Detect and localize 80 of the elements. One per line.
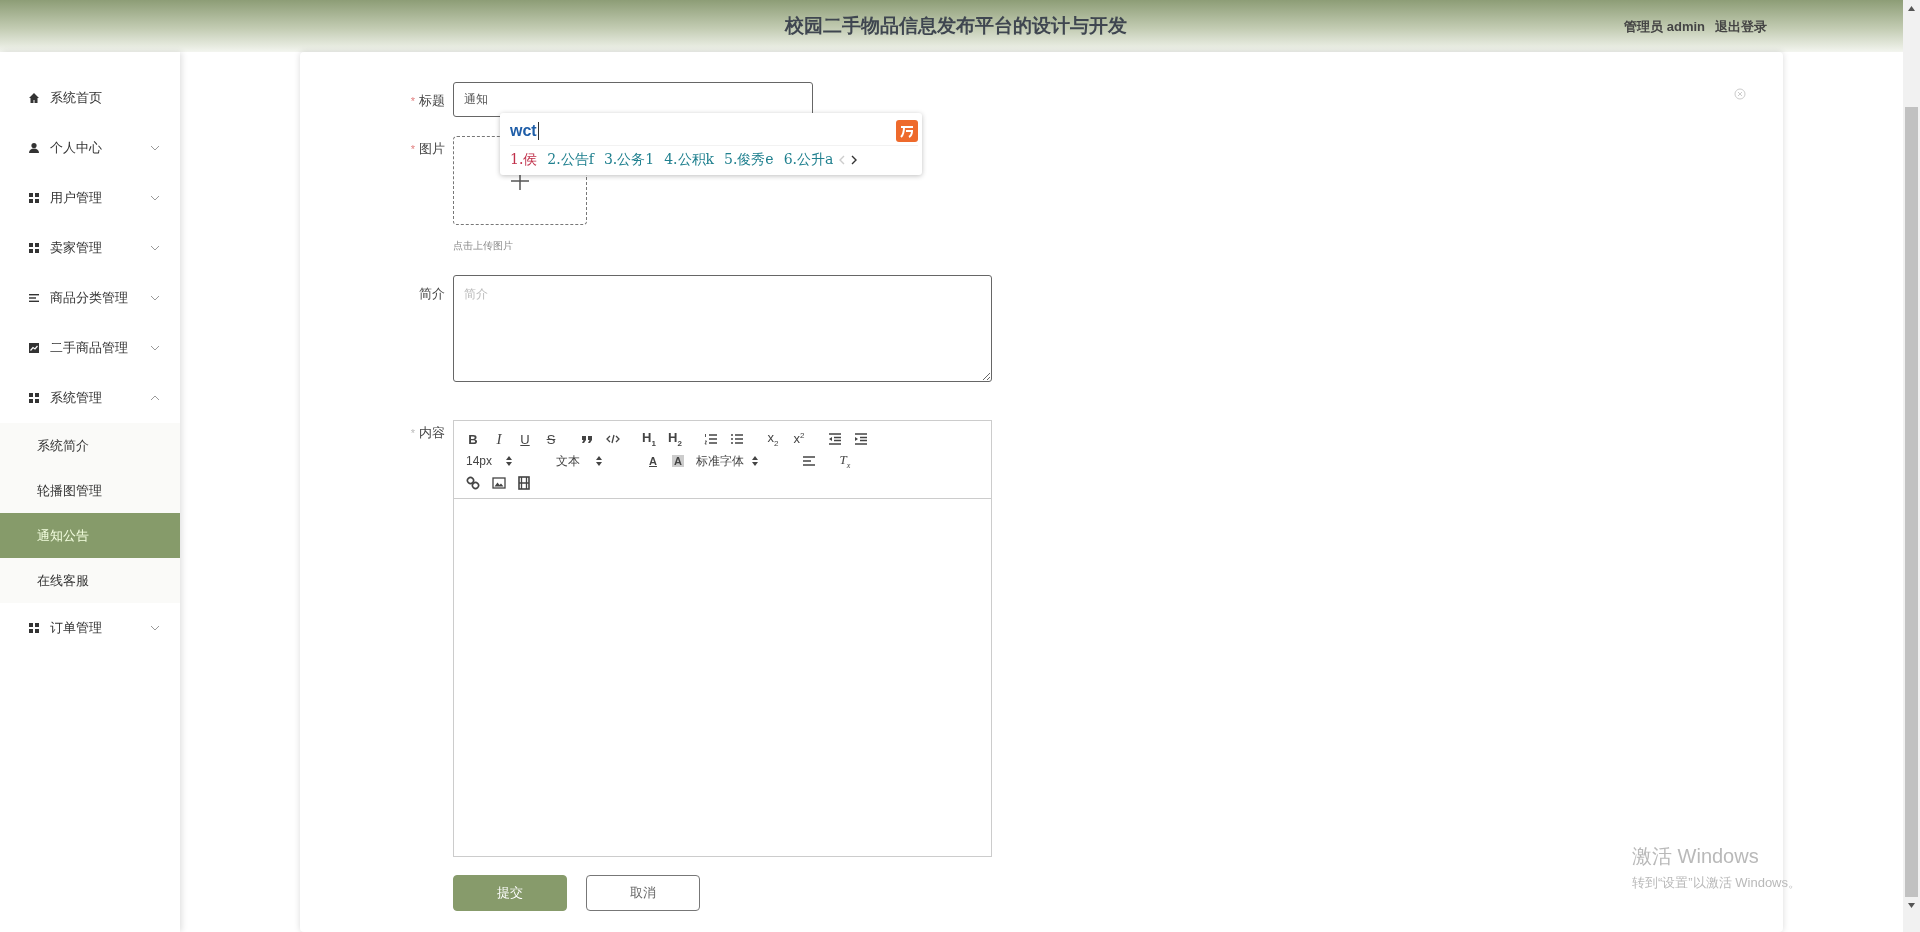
clear-format-button[interactable]: T$_{x}$	[838, 452, 852, 470]
ime-candidate[interactable]: 1.侯	[510, 151, 538, 169]
field-label: 标题	[419, 93, 445, 108]
sort-caret-icon	[506, 456, 512, 466]
underline-button[interactable]: U	[518, 431, 532, 447]
ime-candidate[interactable]: 6.公升a	[783, 151, 834, 169]
sidebar-item[interactable]: 订单管理	[0, 603, 180, 653]
sidebar-item[interactable]: 个人中心	[0, 123, 180, 173]
sidebar-item[interactable]: 卖家管理	[0, 223, 180, 273]
sidebar-item[interactable]: 二手商品管理	[0, 323, 180, 373]
toolbar-select[interactable]: 标准字体	[696, 452, 780, 470]
chevron-down-icon	[150, 295, 160, 301]
admin-label: 管理员 admin	[1624, 18, 1705, 36]
ime-candidate[interactable]: 5.俊秀e	[724, 151, 774, 169]
sidebar-item[interactable]: 系统管理	[0, 373, 180, 423]
text-color-button[interactable]: A	[646, 455, 660, 467]
chevron-right-icon[interactable]	[851, 155, 858, 165]
sidebar-item[interactable]: 用户管理	[0, 173, 180, 223]
ime-candidate[interactable]: 2.公告f	[547, 151, 594, 169]
indent-icon[interactable]	[854, 433, 868, 445]
site-title: 校园二手物品信息发布平台的设计与开发	[785, 14, 1127, 38]
heading-button[interactable]: H$_{1}$	[642, 430, 656, 448]
italic-button[interactable]: I	[492, 430, 506, 448]
ime-logo-icon	[896, 120, 918, 142]
toolbar-select[interactable]: 文本	[556, 452, 624, 470]
highlight-button[interactable]: A	[672, 455, 684, 467]
script-button[interactable]: x$^{2}$	[792, 431, 806, 447]
ime-candidate[interactable]: 3.公务1	[603, 151, 655, 169]
submenu-item[interactable]: 在线客服	[0, 558, 180, 603]
required-asterisk: *	[410, 143, 415, 155]
chevron-up-icon	[150, 395, 160, 401]
code-icon[interactable]	[606, 433, 620, 445]
strikethrough-button[interactable]: S	[544, 431, 558, 447]
chevron-down-icon	[150, 145, 160, 151]
align-left-icon[interactable]	[802, 455, 816, 467]
activation-title: 激活 Windows	[1632, 844, 1760, 869]
outdent-icon[interactable]	[828, 433, 842, 445]
grid-icon	[28, 622, 40, 634]
bullet-list-icon[interactable]	[730, 433, 744, 445]
image-icon[interactable]	[492, 477, 506, 489]
cancel-button[interactable]: 取消	[586, 875, 700, 911]
scrollbar[interactable]	[1903, 0, 1920, 932]
chevron-down-icon	[150, 245, 160, 251]
upload-hint: 点击上传图片	[453, 239, 514, 253]
ime-candidate[interactable]: 4.公积k	[664, 151, 714, 169]
link-icon[interactable]	[466, 476, 480, 490]
scrollbar-thumb[interactable]	[1905, 107, 1918, 897]
chevron-down-icon	[150, 625, 160, 631]
video-icon[interactable]	[518, 476, 530, 490]
script-button[interactable]: x$_{2}$	[766, 430, 780, 448]
sidebar-item[interactable]: 商品分类管理	[0, 273, 180, 323]
chevron-down-icon	[150, 195, 160, 201]
submenu-item[interactable]: 轮播图管理	[0, 468, 180, 513]
list-icon	[28, 292, 40, 304]
bold-button[interactable]: B	[466, 431, 480, 447]
grid-icon	[28, 192, 40, 204]
activation-hint: 转到“设置”以激活 Windows。	[1632, 874, 1801, 892]
home-icon	[28, 92, 40, 104]
ordered-list-icon[interactable]	[704, 433, 718, 445]
user-icon	[28, 142, 40, 154]
heading-button[interactable]: H$_{2}$	[668, 430, 682, 448]
required-asterisk: *	[410, 427, 415, 439]
quote-icon[interactable]	[580, 433, 594, 445]
grid-icon	[28, 242, 40, 254]
grid-icon	[28, 392, 40, 404]
toolbar-select[interactable]: 14px	[466, 454, 534, 468]
sidebar-item[interactable]: 系统首页	[0, 73, 180, 123]
submenu-item[interactable]: 系统简介	[0, 423, 180, 468]
sort-caret-icon	[596, 456, 602, 466]
field-label: 图片	[419, 141, 445, 156]
sort-caret-icon	[752, 456, 758, 466]
logout-link[interactable]: 退出登录	[1715, 18, 1767, 36]
chevron-down-icon	[150, 345, 160, 351]
title-field[interactable]: 通知	[453, 82, 813, 117]
field-label: 内容	[419, 425, 445, 440]
field-label: 简介	[419, 286, 445, 301]
ime-composition: wct	[510, 122, 539, 140]
chart-icon	[28, 342, 40, 354]
required-asterisk: *	[410, 95, 415, 107]
summary-field[interactable]: 简介	[453, 275, 992, 382]
